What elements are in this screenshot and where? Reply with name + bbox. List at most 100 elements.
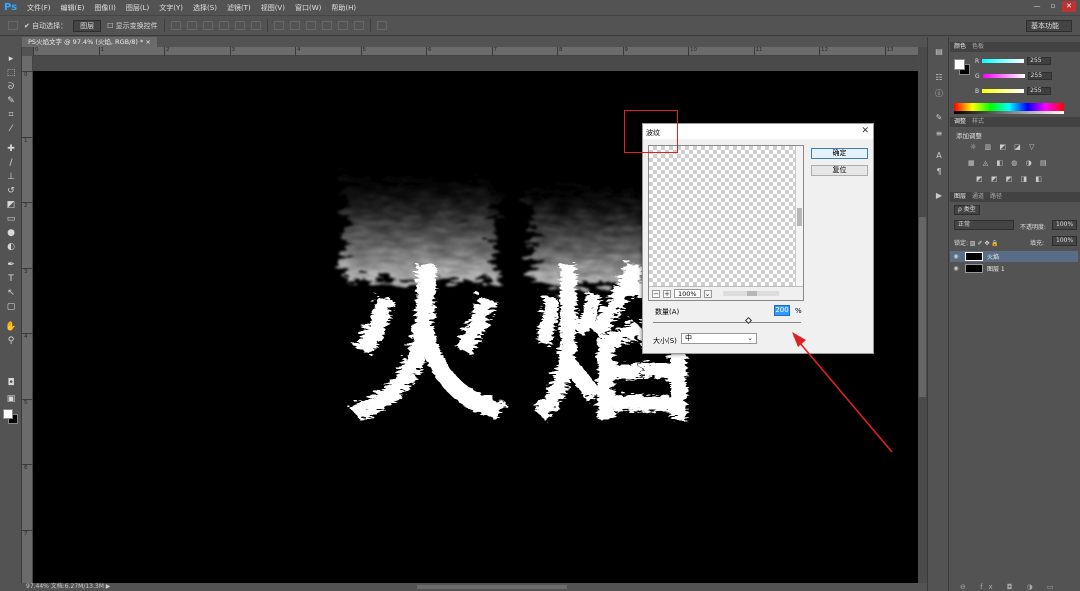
preview-horizontal-scrollbar[interactable] — [722, 291, 779, 296]
filter-preview[interactable]: − + 100% ⌄ — [648, 145, 804, 301]
preview-scroll-thumb[interactable] — [797, 208, 802, 226]
layer-row[interactable]: ◉ 图层 1 — [950, 263, 1078, 274]
distribute-bottom-icon[interactable] — [305, 21, 316, 30]
tab-layers[interactable]: 图层 — [954, 192, 966, 202]
zoom-tool-icon[interactable]: ⚲ — [4, 335, 18, 347]
ok-button[interactable]: 确定 — [811, 148, 868, 159]
layer-row[interactable]: ◉ 火焰 — [950, 251, 1078, 262]
move-tool-icon[interactable] — [8, 21, 18, 30]
quick-select-tool-icon[interactable]: ✎ — [4, 95, 18, 107]
healing-brush-tool-icon[interactable]: ✚ — [4, 143, 18, 155]
show-transform-checkbox[interactable]: ☐ 显示变换控件 — [107, 21, 158, 31]
size-dropdown[interactable]: 中 ⌄ — [681, 333, 757, 344]
brush-tool-icon[interactable]: ∕ — [4, 157, 18, 169]
zoom-out-icon[interactable]: − — [652, 289, 660, 298]
restore-button[interactable]: ▫ — [1046, 1, 1060, 12]
tab-paths[interactable]: 路径 — [990, 192, 1002, 202]
close-button[interactable]: ✕ — [1062, 1, 1076, 12]
tab-swatches[interactable]: 色板 — [972, 42, 984, 52]
clone-stamp-tool-icon[interactable]: ⊥ — [4, 171, 18, 183]
lock-controls[interactable]: 锁定: ▨ ✐ ✥ 🔒 — [954, 238, 999, 247]
actions-play-icon[interactable]: ▶ — [933, 191, 945, 201]
tab-channels[interactable]: 通道 — [972, 192, 984, 202]
character-panel-icon[interactable]: A — [933, 151, 945, 161]
move-tool-icon[interactable]: ▸ — [4, 53, 18, 65]
preview-h-scroll-thumb[interactable] — [746, 291, 757, 296]
history-brush-tool-icon[interactable]: ↺ — [4, 185, 18, 197]
align-left-icon[interactable] — [218, 21, 229, 30]
distribute-center-icon[interactable] — [337, 21, 348, 30]
zoom-in-icon[interactable]: + — [663, 289, 671, 298]
info-panel-icon[interactable]: ⓘ — [933, 89, 945, 99]
menu-item[interactable]: 图像(I) — [89, 3, 121, 13]
menu-item[interactable]: 窗口(W) — [290, 3, 326, 13]
adjustment-icons-row-1[interactable]: ☼ ▥ ◩ ◪ ▽ — [970, 143, 1037, 151]
brush-panel-icon[interactable]: ✎ — [933, 113, 945, 123]
history-panel-icon[interactable]: ▤ — [933, 47, 945, 57]
type-tool-icon[interactable]: T — [4, 273, 18, 285]
color-spectrum[interactable] — [954, 103, 1064, 111]
blend-mode-dropdown[interactable]: 正常 — [954, 220, 1014, 230]
menu-item[interactable]: 图层(L) — [121, 3, 154, 13]
align-middle-icon[interactable] — [186, 21, 197, 30]
reset-button[interactable]: 复位 — [811, 165, 868, 176]
adjustment-icons-row-2[interactable]: ▦ ◬ ◧ ◍ ◑ ▤ — [968, 159, 1050, 167]
tab-styles[interactable]: 样式 — [972, 117, 984, 127]
tab-color[interactable]: 颜色 — [954, 42, 966, 52]
scroll-thumb[interactable] — [919, 217, 926, 397]
menu-item[interactable]: 滤镜(T) — [222, 3, 256, 13]
auto-select-dropdown[interactable]: 图层 — [73, 19, 102, 32]
marquee-tool-icon[interactable]: ⬚ — [4, 67, 18, 79]
brush-presets-icon[interactable]: ≡ — [933, 129, 945, 139]
eyedropper-tool-icon[interactable]: ⁄ — [4, 123, 18, 135]
preview-vertical-scrollbar[interactable] — [795, 146, 803, 286]
menu-item[interactable]: 编辑(E) — [56, 3, 90, 13]
color-spectrum-grayscale[interactable] — [954, 111, 1064, 114]
distribute-middle-icon[interactable] — [289, 21, 300, 30]
dialog-close-icon[interactable]: ✕ — [861, 126, 869, 136]
menu-item[interactable]: 视图(V) — [256, 3, 290, 13]
color-channel-slider[interactable] — [982, 89, 1025, 93]
canvas-vertical-scrollbar[interactable] — [918, 47, 927, 583]
menu-item[interactable]: 帮助(H) — [326, 3, 361, 13]
amount-slider-track[interactable] — [653, 322, 801, 323]
pen-tool-icon[interactable]: ✒ — [4, 259, 18, 271]
align-center-icon[interactable] — [234, 21, 245, 30]
canvas-horizontal-scroll-thumb[interactable] — [417, 585, 567, 589]
path-select-tool-icon[interactable]: ↖ — [4, 287, 18, 299]
align-bottom-icon[interactable] — [202, 21, 213, 30]
screen-mode-icon[interactable]: ▣ — [4, 393, 18, 405]
paragraph-panel-icon[interactable]: ¶ — [933, 167, 945, 177]
workspace-select[interactable]: 基本功能 — [1026, 20, 1072, 32]
adjustment-icons-row-3[interactable]: ◩ ◩ ◩ ◨ ◧ — [976, 175, 1045, 183]
color-channel-slider[interactable] — [982, 59, 1025, 63]
quick-mask-icon[interactable]: ◘ — [4, 377, 18, 389]
hand-tool-icon[interactable]: ✋ — [4, 321, 18, 333]
tab-adjustments[interactable]: 调整 — [954, 117, 966, 127]
blur-tool-icon[interactable]: ● — [4, 227, 18, 239]
align-top-icon[interactable] — [170, 21, 181, 30]
color-channel-value[interactable]: 255 — [1027, 57, 1052, 65]
color-channel-value[interactable]: 255 — [1027, 87, 1052, 95]
gradient-tool-icon[interactable]: ▭ — [4, 213, 18, 225]
opacity-input[interactable]: 100% — [1052, 220, 1078, 230]
eye-icon[interactable]: ◉ — [950, 265, 962, 272]
align-right-icon[interactable] — [250, 21, 261, 30]
distribute-right-icon[interactable] — [353, 21, 364, 30]
zoom-dropdown-icon[interactable]: ⌄ — [703, 289, 712, 298]
amount-input[interactable]: 200 — [774, 305, 790, 316]
properties-panel-icon[interactable]: ☷ — [933, 73, 945, 83]
foreground-color-swatch[interactable] — [3, 409, 13, 419]
menu-item[interactable]: 选择(S) — [188, 3, 222, 13]
menu-item[interactable]: 文件(F) — [22, 3, 56, 13]
layer-filter-dropdown[interactable]: ρ 类型 — [954, 205, 980, 215]
eraser-tool-icon[interactable]: ◩ — [4, 199, 18, 211]
document-tab[interactable]: PS火焰文字 @ 97.4% (火焰, RGB/8) * × — [22, 37, 157, 47]
eye-icon[interactable]: ◉ — [950, 253, 962, 260]
shape-tool-icon[interactable]: ▢ — [4, 301, 18, 313]
dodge-tool-icon[interactable]: ◐ — [4, 241, 18, 253]
auto-align-icon[interactable] — [376, 21, 387, 30]
crop-tool-icon[interactable]: ⌗ — [4, 109, 18, 121]
color-channel-slider[interactable] — [982, 74, 1025, 78]
layers-bottom-icons[interactable]: ⊖ fx ◘ ◑ ▭ ▤ 🗑 — [960, 583, 1080, 591]
